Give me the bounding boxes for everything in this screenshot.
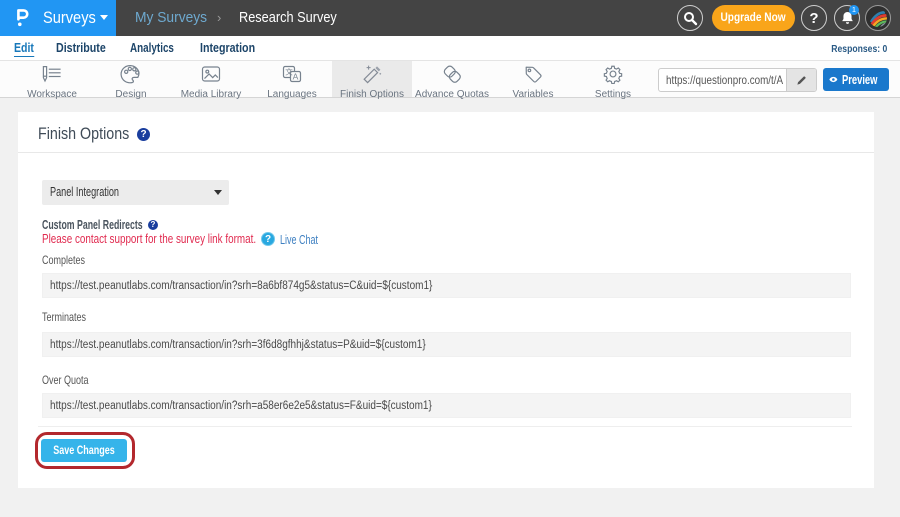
svg-text:A: A — [293, 72, 299, 82]
